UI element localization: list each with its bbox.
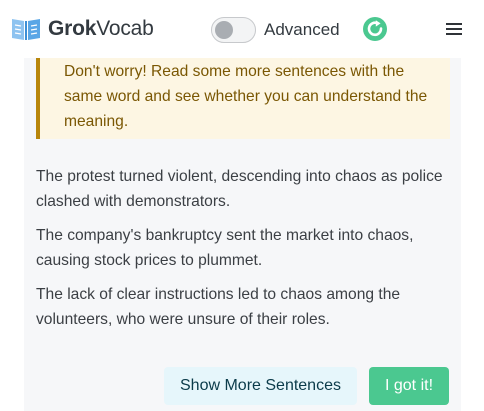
notice-text: Don't worry! Read some more sentences wi…: [64, 63, 428, 130]
example-sentence: The protest turned violent, descending i…: [36, 168, 443, 210]
got-it-button[interactable]: I got it!: [369, 367, 449, 405]
brand-name-bold: Grok: [48, 17, 97, 40]
refresh-icon[interactable]: [362, 16, 388, 42]
app-header: GrokVocab Advanced: [0, 0, 484, 58]
example-sentence: The company's bankruptcy sent the market…: [36, 227, 414, 269]
brand-name-regular: Vocab: [96, 17, 154, 40]
app-logo[interactable]: GrokVocab: [10, 15, 154, 43]
learning-card: Don't worry! Read some more sentences wi…: [24, 58, 461, 411]
example-sentences: The protest turned violent, descending i…: [36, 164, 451, 341]
advanced-toggle[interactable]: [211, 17, 256, 43]
example-sentence: The lack of clear instructions led to ch…: [36, 286, 401, 328]
hamburger-menu-icon[interactable]: [444, 19, 464, 39]
brand-name: GrokVocab: [48, 15, 154, 43]
show-more-sentences-button[interactable]: Show More Sentences: [164, 367, 357, 405]
toggle-knob: [215, 21, 233, 39]
advanced-label: Advanced: [264, 20, 340, 39]
open-book-icon: [12, 19, 40, 40]
encouragement-notice: Don't worry! Read some more sentences wi…: [36, 58, 450, 139]
